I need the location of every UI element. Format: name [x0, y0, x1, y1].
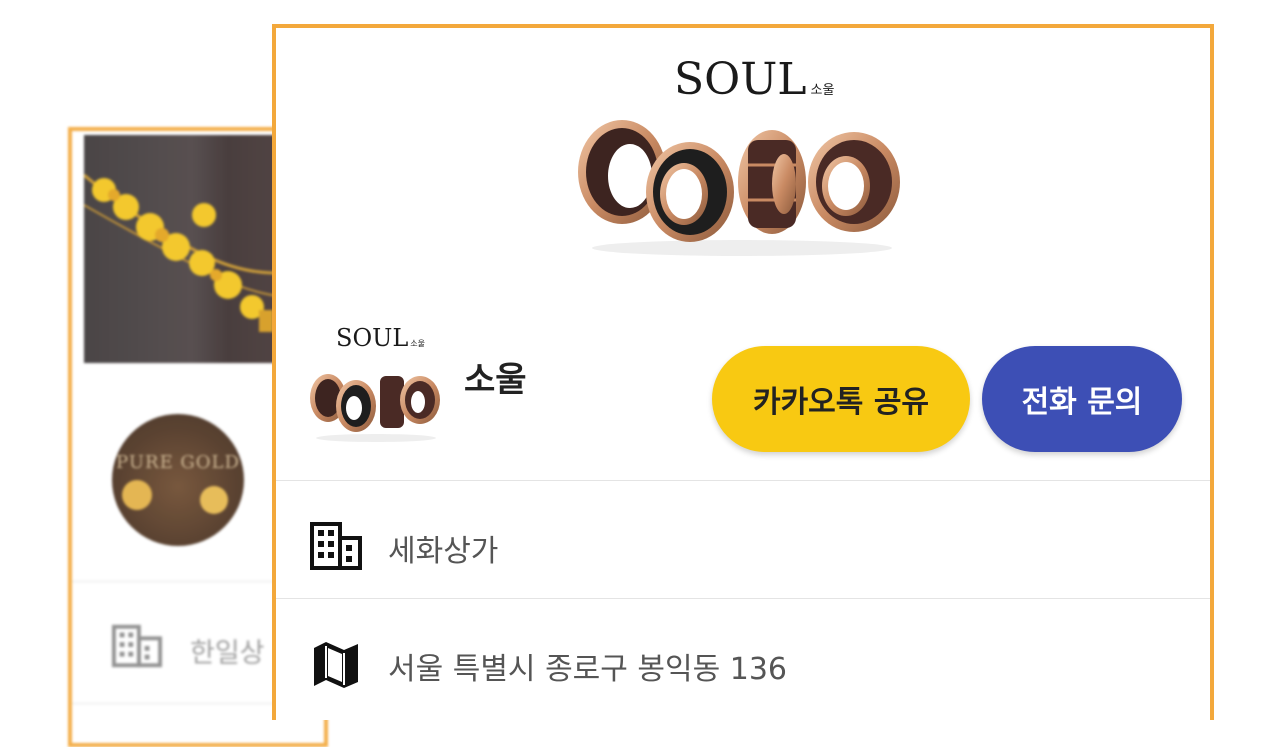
divider [276, 598, 1210, 599]
divider [276, 480, 1210, 481]
rings-image [578, 120, 900, 256]
building-row[interactable]: 세화상가 [276, 490, 1210, 600]
building-label: 한일상 [190, 638, 265, 669]
map-icon [314, 642, 358, 688]
store-card: SOUL 소울 SOUL 소울 소울 카카오톡 공유 전화 문의 세화상가 서울… [272, 24, 1214, 720]
store-banner: SOUL 소울 [276, 28, 1210, 288]
banner-logo: SOUL 소울 [674, 54, 835, 105]
building-icon [112, 624, 162, 668]
phone-inquiry-button[interactable]: 전화 문의 [982, 346, 1182, 452]
store-avatar: SOUL 소울 [308, 324, 444, 446]
avatar-logo: SOUL 소울 [336, 324, 426, 352]
address-row[interactable]: 서울 특별시 종로구 봉익동 136 [276, 608, 1210, 718]
avatar-text: PURE GOLD [116, 452, 240, 473]
store-name: 소울 [464, 360, 527, 400]
building-label: 세화상가 [388, 534, 499, 569]
address-label: 서울 특별시 종로구 봉익동 136 [388, 652, 788, 687]
rings-image [310, 374, 440, 442]
store-profile-row: SOUL 소울 소울 카카오톡 공유 전화 문의 [276, 318, 1210, 478]
building-icon [310, 522, 362, 570]
kakao-share-button[interactable]: 카카오톡 공유 [712, 346, 970, 452]
background-store-avatar: PURE GOLD [112, 414, 244, 546]
